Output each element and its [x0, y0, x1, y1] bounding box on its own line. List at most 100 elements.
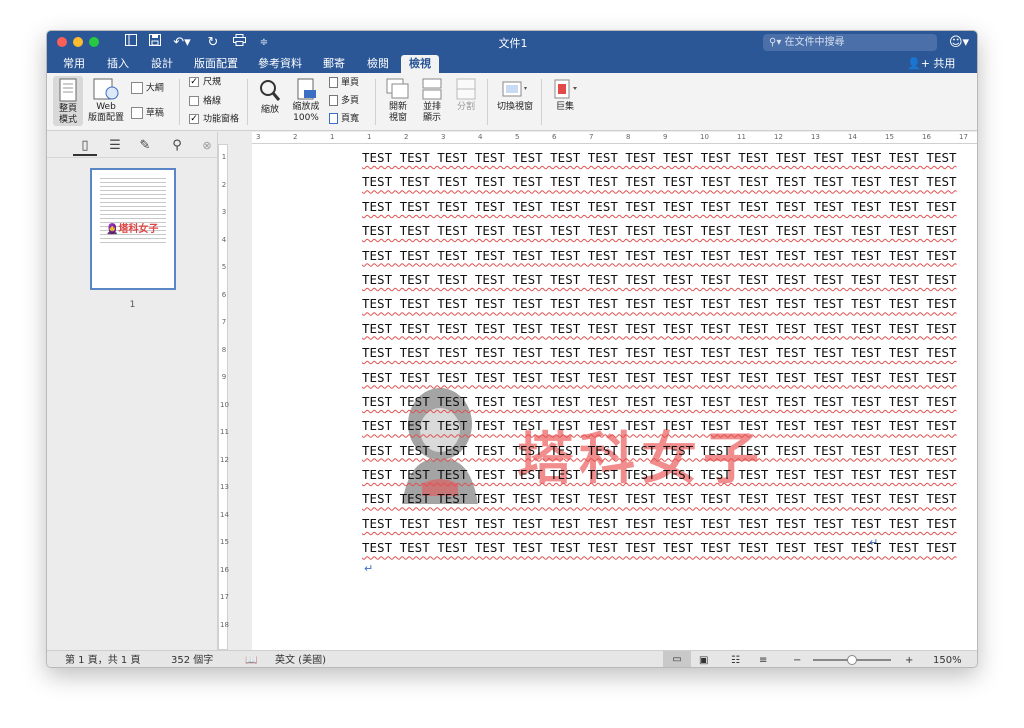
document-line[interactable]: TEST TEST TEST TEST TEST TEST TEST TEST … [362, 268, 957, 292]
ruler-mark: 18 [220, 620, 229, 629]
web-layout-button[interactable]: Web 版面配置 [87, 78, 125, 128]
new-window-button[interactable]: 開新 視窗 [383, 78, 413, 124]
tab-insert[interactable]: 插入 [103, 55, 133, 73]
gridlines-check-icon [189, 96, 199, 106]
ribbon-view: 整頁 模式 Web 版面配置 大綱 草稿 ✓ 尺規 格線 ✓ 功能窗格 縮放 縮… [47, 73, 977, 131]
horizontal-ruler[interactable]: 3 2 1 1 2 3 4 5 6 7 8 9 10 11 12 13 14 15 16 17 [252, 132, 977, 144]
ruler-mark: 7 [589, 133, 594, 141]
gridlines-checkbox[interactable]: 格線 [189, 96, 233, 108]
ruler-mark: 4 [478, 133, 483, 141]
document-line[interactable]: TEST TEST TEST TEST TEST TEST TEST TEST … [362, 390, 957, 414]
document-line[interactable]: TEST TEST TEST TEST TEST TEST TEST TEST … [362, 317, 957, 341]
ruler-mark: 3 [441, 133, 446, 141]
document-line[interactable]: TEST TEST TEST TEST TEST TEST TEST TEST … [362, 195, 957, 219]
multi-page-label: 多頁 [341, 96, 360, 106]
close-pane-icon[interactable]: ⊗ [195, 136, 219, 156]
zoom-slider[interactable] [813, 655, 891, 665]
language[interactable]: 英文 (美國) [275, 654, 326, 667]
document-body[interactable]: TEST TEST TEST TEST TEST TEST TEST TEST … [362, 146, 957, 561]
multi-page-button[interactable]: 多頁 [329, 95, 369, 107]
arrange-button[interactable]: 並排 顯示 [417, 78, 447, 124]
zoom-out-button[interactable]: − [793, 654, 801, 667]
ruler-mark: 2 [221, 180, 227, 189]
reviewing-tab-icon[interactable]: ✎ [133, 136, 157, 156]
print-layout-view-icon[interactable]: ▭ [663, 651, 691, 667]
document-line[interactable]: TEST TEST TEST TEST TEST TEST TEST TEST … [362, 244, 957, 268]
ruler-mark: 1 [330, 133, 335, 141]
search-icon: ⚲▾ [769, 37, 782, 48]
ruler-mark: 15 [885, 133, 894, 141]
zoom-100-label1: 縮放成 [292, 102, 320, 112]
tab-layout[interactable]: 版面配置 [191, 55, 241, 73]
outline-label: 大綱 [145, 83, 164, 94]
draft-button[interactable]: 草稿 [131, 107, 171, 120]
ruler-mark: 16 [922, 133, 931, 141]
zoom-in-button[interactable]: + [905, 654, 913, 667]
zoom-level[interactable]: 150% [933, 654, 962, 667]
zoom-100-button[interactable]: 縮放成 100% [287, 78, 325, 124]
print-layout-button[interactable]: 整頁 模式 [53, 76, 83, 126]
headings-tab-icon[interactable]: ☰ [103, 136, 127, 156]
document-line[interactable]: TEST TEST TEST TEST TEST TEST TEST TEST … [362, 512, 957, 536]
tab-design[interactable]: 設計 [147, 55, 177, 73]
tab-view[interactable]: 檢視 [401, 55, 439, 73]
page-thumbnail[interactable]: 🧕塔科女子 [90, 168, 176, 290]
new-window-label2: 視窗 [388, 113, 407, 123]
vertical-ruler-strip: 1 2 3 4 5 6 7 8 9 10 11 12 13 14 15 16 17 18 [218, 144, 229, 650]
document-canvas[interactable]: 塔科女子 TEST TEST TEST TEST TEST TEST TEST … [252, 144, 977, 650]
ruler-checkbox[interactable]: ✓ 尺規 [189, 77, 233, 89]
draft-icon [131, 107, 143, 119]
thumbnail-girl-icon: 🧕 [106, 224, 119, 235]
ruler-mark: 2 [293, 133, 298, 141]
word-count[interactable]: 352 個字 [171, 654, 213, 667]
ruler-mark: 9 [221, 373, 227, 381]
document-line[interactable]: TEST TEST TEST TEST TEST TEST TEST TEST … [362, 146, 957, 170]
tab-mailings[interactable]: 郵寄 [319, 55, 349, 73]
ruler-mark: 13 [811, 133, 820, 141]
document-line[interactable]: TEST TEST TEST TEST TEST TEST TEST TEST … [362, 536, 957, 560]
vertical-ruler[interactable]: 1 2 3 4 5 6 7 8 9 10 11 12 13 14 15 16 17 18 [218, 132, 252, 650]
outline-button[interactable]: 大綱 [131, 82, 171, 95]
switch-windows-button[interactable]: 切換視窗 [493, 78, 537, 113]
ruler-mark: 9 [663, 133, 668, 141]
split-button[interactable]: 分割 [451, 78, 481, 113]
document-line[interactable]: TEST TEST TEST TEST TEST TEST TEST TEST … [362, 219, 957, 243]
one-page-button[interactable]: 單頁 [329, 77, 369, 89]
document-line[interactable]: TEST TEST TEST TEST TEST TEST TEST TEST … [362, 487, 957, 511]
ribbon-separator [541, 79, 542, 125]
share-button[interactable]: 👤+ 共用 ︿ [907, 55, 977, 88]
paragraph-mark-icon: ↵ [364, 562, 374, 575]
ruler-mark: 1 [221, 153, 227, 161]
thumbnail-page-number: 1 [129, 300, 136, 310]
zoom-slider-thumb[interactable] [847, 655, 857, 665]
tab-home[interactable]: 常用 [59, 55, 89, 73]
document-line[interactable]: TEST TEST TEST TEST TEST TEST TEST TEST … [362, 341, 957, 365]
document-line[interactable]: TEST TEST TEST TEST TEST TEST TEST TEST … [362, 170, 957, 194]
tab-review[interactable]: 檢閱 [363, 55, 393, 73]
feedback-smiley-icon[interactable]: ☺▾ [949, 34, 973, 51]
document-line[interactable]: TEST TEST TEST TEST TEST TEST TEST TEST … [362, 414, 957, 438]
search-input[interactable]: ⚲▾ 在文件中搜尋 [763, 34, 937, 51]
page-count[interactable]: 第 1 頁，共 1 頁 [65, 654, 140, 667]
focus-view-icon[interactable]: ▣ [699, 654, 708, 667]
macros-button[interactable]: 巨集 [547, 78, 583, 113]
document-line[interactable]: TEST TEST TEST TEST TEST TEST TEST TEST … [362, 366, 957, 390]
zoom-button[interactable]: 縮放 [255, 79, 285, 116]
share-label: 共用 [933, 57, 956, 70]
nav-pane-checkbox[interactable]: ✓ 功能窗格 [189, 114, 243, 126]
search-tab-icon[interactable]: ⚲ [165, 136, 189, 156]
outline-view-icon[interactable]: ☷ [731, 654, 740, 667]
zoom-label: 縮放 [260, 105, 279, 115]
zoom-100-label2: 100% [293, 113, 319, 123]
tab-references[interactable]: 參考資料 [255, 55, 305, 73]
draft-view-icon[interactable]: ≡ [759, 654, 767, 667]
document-line[interactable]: TEST TEST TEST TEST TEST TEST TEST TEST … [362, 439, 957, 463]
arrange-label2: 顯示 [422, 113, 441, 123]
ruler-check-icon: ✓ [189, 77, 199, 87]
proofing-icon[interactable]: 📖 [245, 654, 257, 667]
page-width-button[interactable]: 頁寬 [329, 113, 369, 125]
document-line[interactable]: TEST TEST TEST TEST TEST TEST TEST TEST … [362, 292, 957, 316]
thumbnails-tab-icon[interactable]: ▯ [73, 136, 97, 156]
ruler-mark: 8 [221, 345, 227, 354]
document-line[interactable]: TEST TEST TEST TEST TEST TEST TEST TEST … [362, 463, 957, 487]
